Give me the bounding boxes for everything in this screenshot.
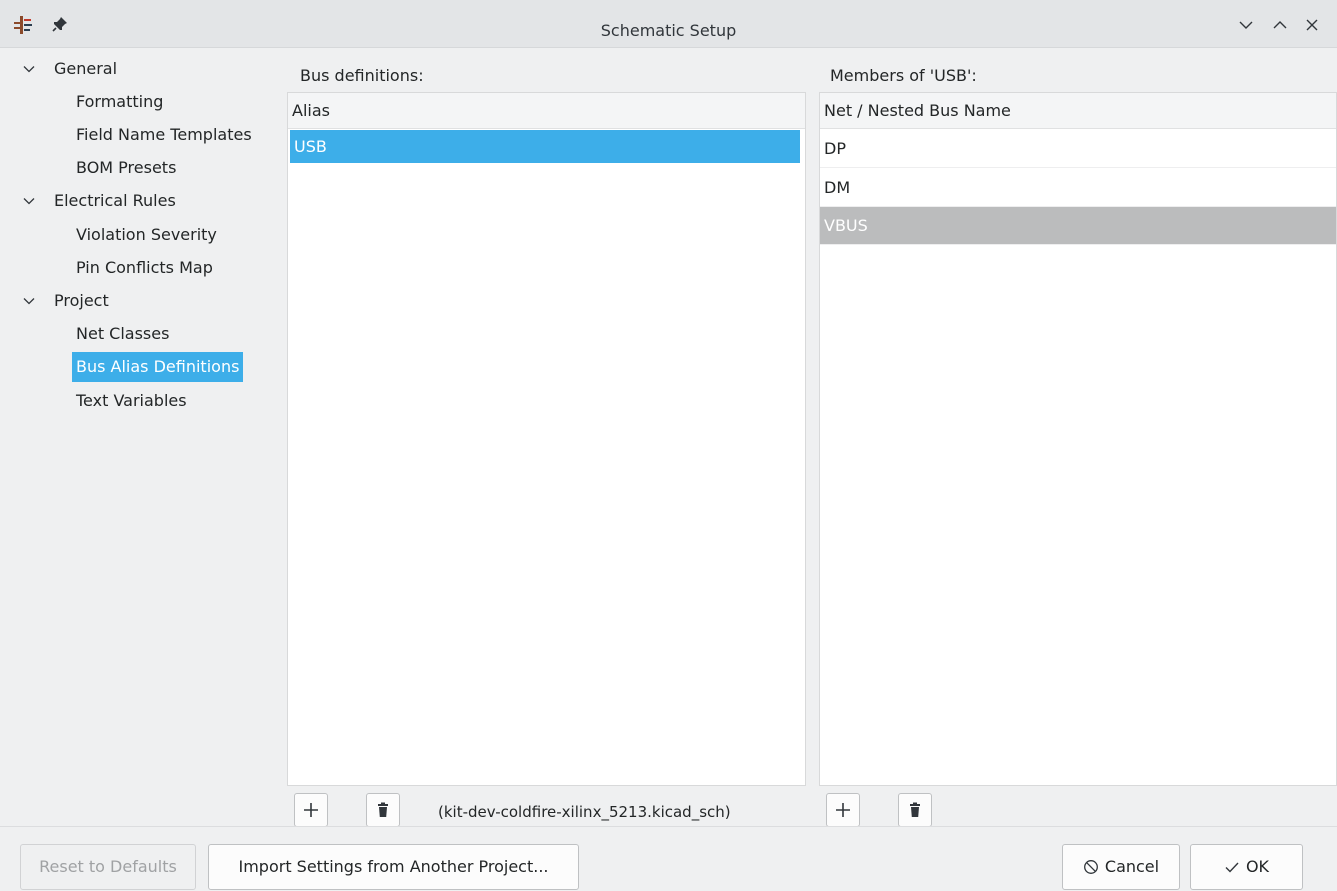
tree-item-project[interactable]: Project	[0, 286, 280, 316]
tree-item-label: Formatting	[76, 92, 164, 111]
add-member-button[interactable]	[826, 793, 860, 827]
settings-tree: General Formatting Field Name Templates …	[0, 48, 280, 808]
add-bus-alias-button[interactable]	[294, 793, 328, 827]
bus-alias-row-usb[interactable]: USB	[290, 130, 800, 163]
member-row-dm[interactable]: DM	[820, 169, 1336, 207]
footer-divider	[0, 826, 1337, 827]
bus-definitions-label: Bus definitions:	[300, 66, 424, 85]
trash-icon	[378, 802, 388, 817]
ok-button[interactable]: OK	[1190, 844, 1303, 890]
tree-item-bus-alias-definitions[interactable]: Bus Alias Definitions	[0, 352, 280, 382]
tree-item-pin-conflicts-map[interactable]: Pin Conflicts Map	[0, 253, 280, 283]
tree-item-label: Electrical Rules	[54, 191, 176, 210]
cancel-button[interactable]: Cancel	[1062, 844, 1180, 890]
tree-item-formatting[interactable]: Formatting	[0, 87, 280, 117]
ok-label: OK	[1245, 857, 1270, 876]
chevron-down-icon[interactable]	[22, 294, 36, 308]
members-grid: Net / Nested Bus Name DP DM VBUS	[819, 92, 1337, 786]
plus-icon	[836, 803, 850, 817]
tree-item-label: Text Variables	[76, 391, 187, 410]
tree-item-net-classes[interactable]: Net Classes	[0, 319, 280, 349]
tree-item-bom-presets[interactable]: BOM Presets	[0, 153, 280, 183]
members-label: Members of 'USB':	[830, 66, 977, 85]
window-title: Schematic Setup	[600, 21, 737, 40]
chevron-down-icon[interactable]	[22, 62, 36, 76]
tree-item-label: Field Name Templates	[76, 125, 252, 144]
import-settings-button[interactable]: Import Settings from Another Project...	[208, 844, 579, 890]
reset-to-defaults-button[interactable]: Reset to Defaults	[20, 844, 196, 890]
tree-item-field-name-templates[interactable]: Field Name Templates	[0, 120, 280, 150]
tree-item-label: Violation Severity	[76, 225, 217, 244]
trash-icon	[910, 802, 920, 817]
plus-icon	[304, 803, 318, 817]
cancel-label: Cancel	[1104, 857, 1160, 876]
bus-definitions-grid: Alias USB	[287, 92, 806, 786]
tree-item-label: General	[54, 59, 118, 78]
delete-member-button[interactable]	[898, 793, 932, 827]
title-bar: Schematic Setup	[0, 0, 1337, 48]
minimize-chevron-down-icon[interactable]	[1237, 16, 1255, 34]
net-name-column-header[interactable]: Net / Nested Bus Name	[820, 93, 1336, 129]
tree-item-electrical-rules[interactable]: Electrical Rules	[0, 186, 280, 216]
tree-item-label: Project	[54, 291, 109, 310]
maximize-chevron-up-icon[interactable]	[1271, 16, 1289, 34]
tree-item-label: Net Classes	[76, 324, 170, 343]
delete-bus-alias-button[interactable]	[366, 793, 400, 827]
cancel-circle-icon	[1083, 860, 1098, 874]
chevron-down-icon[interactable]	[22, 194, 36, 208]
close-icon[interactable]	[1303, 16, 1321, 34]
tree-item-general[interactable]: General	[0, 54, 280, 84]
tree-item-text-variables[interactable]: Text Variables	[0, 386, 280, 416]
checkmark-icon	[1225, 862, 1239, 873]
tree-item-label: Bus Alias Definitions	[72, 352, 244, 382]
schematic-file-name: (kit-dev-coldfire-xilinx_5213.kicad_sch)	[438, 803, 731, 821]
member-row-vbus[interactable]: VBUS	[820, 207, 1336, 245]
tree-item-label: Pin Conflicts Map	[76, 258, 213, 277]
tree-item-label: BOM Presets	[76, 158, 177, 177]
tree-item-violation-severity[interactable]: Violation Severity	[0, 220, 280, 250]
alias-column-header[interactable]: Alias	[288, 93, 805, 129]
member-row-dp[interactable]: DP	[820, 130, 1336, 168]
